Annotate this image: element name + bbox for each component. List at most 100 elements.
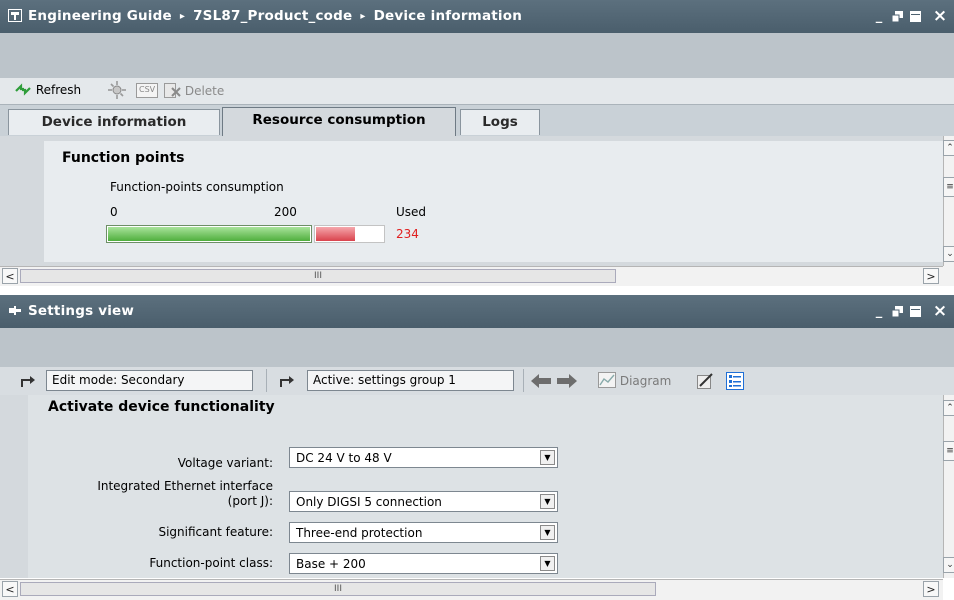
diagram-label: Diagram [619,374,672,388]
settings-header-band [0,328,954,367]
toolbar-divider [523,369,524,392]
minimize-button[interactable]: _ [872,295,886,328]
ethernet-interface-label-line1: Integrated Ethernet interface [97,479,273,493]
function-point-class-dropdown[interactable]: Base + 200 ▼ [289,553,558,574]
settings-tool-button[interactable] [108,81,126,102]
diagram-icon [598,372,616,388]
pin-icon[interactable] [8,304,22,317]
top-horizontal-scrollbar[interactable]: < III > [0,266,943,286]
top-window-header-band [0,33,954,78]
voltage-variant-value: DC 24 V to 48 V [296,451,392,465]
scroll-left-button[interactable]: < [2,268,18,284]
csv-label: CSV [139,85,156,94]
top-window-titlebar: Engineering Guide ▸ 7SL87_Product_code ▸ Dev… [0,0,954,33]
chevron-down-icon[interactable]: ▼ [540,556,555,571]
sun-gear-icon [108,81,126,99]
voltage-variant-label: Voltage variant: [177,456,273,470]
arrow-left-icon[interactable] [530,373,552,389]
diagram-button[interactable]: Diagram [598,372,671,388]
function-point-class-value: Base + 200 [296,557,366,571]
csv-export-button[interactable]: CSV [136,83,158,101]
float-window-icon [891,11,903,23]
breadcrumb-item-product-code[interactable]: 7SL87_Product_code [193,8,352,24]
significant-feature-value: Three-end protection [296,526,423,540]
scroll-corner [943,266,954,286]
scroll-up-button[interactable]: ⌃ [943,140,954,156]
settings-horizontal-scrollbar[interactable]: < III > [0,579,943,600]
close-button[interactable]: × [926,0,954,33]
active-group-arrow-icon[interactable] [279,374,295,388]
close-button[interactable]: × [926,295,954,328]
settings-window-title: Settings view [28,303,135,319]
tab-logs[interactable]: Logs [460,109,540,135]
significant-feature-dropdown[interactable]: Three-end protection ▼ [289,522,558,543]
float-window-icon [891,306,903,318]
scroll-left-button[interactable]: < [2,581,18,597]
scroll-down-button[interactable]: ⌄ [943,246,954,262]
device-functionality-heading: Activate device functionality [48,399,275,415]
toolbar-divider [266,369,267,392]
tab-device-information[interactable]: Device information [8,109,220,135]
maximize-button[interactable] [906,0,924,33]
active-settings-group-field[interactable]: Active: settings group 1 [307,370,514,391]
scale-start-label: 0 [110,205,118,219]
scroll-thumb[interactable]: ≡ [943,441,954,461]
float-window-button[interactable] [889,295,905,328]
settings-toolbar: Edit mode: Secondary Active: settings gr… [0,367,954,395]
top-vertical-scrollbar[interactable]: ⌃ ≡ ⌄ [943,136,954,266]
scroll-down-button[interactable]: ⌄ [943,557,954,573]
ethernet-interface-value: Only DIGSI 5 connection [296,495,442,509]
used-label: Used [396,205,427,219]
horizontal-scroll-thumb[interactable]: III [20,269,616,283]
used-value: 234 [396,227,419,241]
scroll-right-button[interactable]: > [923,268,939,284]
float-window-button[interactable] [889,0,905,33]
function-points-bar-over-fill [316,227,355,241]
tab-strip: Device information Resource consumption … [0,104,954,137]
function-points-subheading: Function-points consumption [110,180,284,194]
refresh-button[interactable]: Refresh [14,83,81,97]
breadcrumb-item-device-information[interactable]: Device information [374,8,522,24]
chevron-down-icon[interactable]: ▼ [540,525,555,540]
breadcrumb: Engineering Guide ▸ 7SL87_Product_code ▸ Dev… [28,8,522,24]
function-points-heading: Function points [62,150,185,166]
scroll-thumb[interactable]: ≡ [943,177,954,197]
window-gap [0,286,954,295]
edit-mode-arrow-icon[interactable] [20,374,36,388]
maximize-icon [909,306,921,317]
delete-icon [164,83,181,98]
minimize-button[interactable]: _ [872,0,886,33]
delete-label: Delete [184,84,225,98]
breadcrumb-item-engineering-guide[interactable]: Engineering Guide [28,8,172,24]
significant-feature-label: Significant feature: [158,525,273,539]
maximize-button[interactable] [906,295,924,328]
scale-mid-label: 200 [274,205,297,219]
chevron-down-icon[interactable]: ▼ [540,494,555,509]
settings-vertical-scrollbar[interactable]: ⌃ ≡ ⌄ [943,395,954,578]
voltage-variant-dropdown[interactable]: DC 24 V to 48 V ▼ [289,447,558,468]
tab-resource-consumption[interactable]: Resource consumption [222,107,456,137]
breadcrumb-separator: ▸ [360,11,366,22]
pin-icon[interactable] [8,9,22,22]
function-points-panel: Function points Function-points consumpt… [44,141,943,262]
edit-mode-field[interactable]: Edit mode: Secondary [46,370,253,391]
ethernet-interface-dropdown[interactable]: Only DIGSI 5 connection ▼ [289,491,558,512]
list-view-icon[interactable] [726,372,744,390]
device-toolbar: Refresh CSV Delete [0,78,954,105]
delete-button[interactable]: Delete [164,83,224,98]
breadcrumb-separator: ▸ [179,11,186,22]
function-points-bar-ok-track [106,225,312,243]
horizontal-scroll-thumb[interactable]: III [20,582,656,596]
function-points-bar-ok-fill [108,227,310,241]
maximize-icon [909,11,921,22]
ethernet-interface-label-line2: (port J): [227,494,273,508]
edit-table-icon[interactable] [697,373,714,389]
settings-window-titlebar: Settings view _ × [0,295,954,328]
scroll-right-button[interactable]: > [923,581,939,597]
scroll-up-button[interactable]: ⌃ [943,400,954,416]
function-point-class-label: Function-point class: [149,556,273,570]
arrow-right-icon[interactable] [556,373,578,389]
chevron-down-icon[interactable]: ▼ [540,450,555,465]
function-points-bar-over-track [314,225,385,243]
refresh-label: Refresh [35,83,82,97]
